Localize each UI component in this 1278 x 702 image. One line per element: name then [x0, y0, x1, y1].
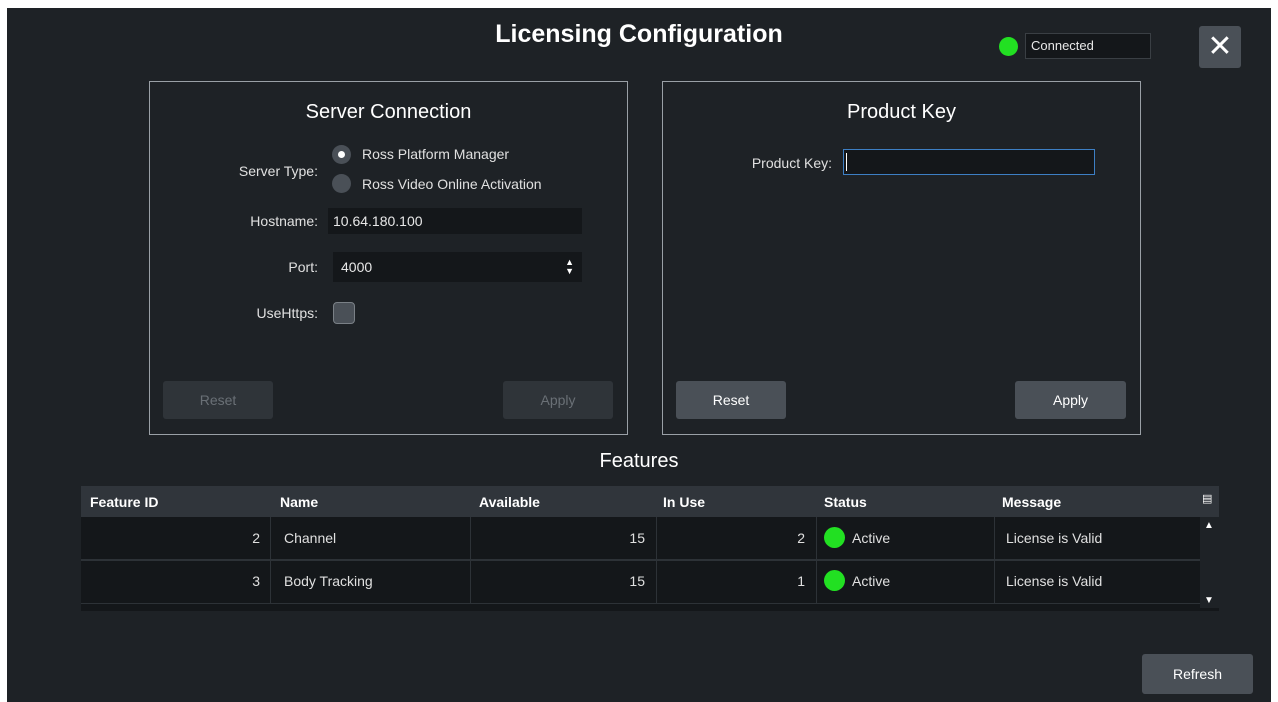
scroll-up-icon[interactable]: ▲: [1204, 520, 1214, 531]
usehttps-checkbox[interactable]: [333, 302, 355, 324]
text-cursor: [846, 153, 847, 171]
table-bottom-border: [81, 603, 1219, 611]
cell-message: License is Valid: [1006, 573, 1103, 589]
close-button[interactable]: ✕: [1199, 26, 1241, 68]
cell-name: Body Tracking: [284, 573, 373, 589]
table-row[interactable]: 3 Body Tracking 15 1 Active License is V…: [81, 561, 1200, 603]
port-value: 4000: [341, 259, 373, 275]
column-header-message[interactable]: Message: [1002, 494, 1061, 510]
cell-status: Active: [852, 573, 891, 589]
column-header-status[interactable]: Status: [824, 494, 867, 510]
server-connection-title: Server Connection: [305, 101, 472, 123]
close-icon: ✕: [1207, 30, 1233, 63]
cell-available: 15: [629, 573, 645, 589]
table-scrollbar[interactable]: ▲ ▼: [1200, 517, 1219, 608]
column-header-in-use[interactable]: In Use: [663, 494, 705, 510]
server-apply-button[interactable]: Apply: [503, 381, 613, 419]
cell-status: Active: [852, 530, 891, 546]
hostname-label: Hostname:: [250, 213, 318, 229]
table-row[interactable]: 2 Channel 15 2 Active License is Valid: [81, 517, 1200, 559]
hostname-input[interactable]: 10.64.180.100: [328, 208, 582, 234]
port-label: Port:: [288, 259, 318, 275]
product-key-apply-button[interactable]: Apply: [1015, 381, 1126, 419]
usehttps-label: UseHttps:: [256, 305, 318, 321]
server-type-label: Server Type:: [238, 163, 318, 179]
cell-feature-id: 3: [252, 573, 260, 589]
features-table-header: Feature ID Name Available In Use Status …: [81, 486, 1219, 517]
column-header-available[interactable]: Available: [479, 494, 540, 510]
radio-label-ross-video-online-activation[interactable]: Ross Video Online Activation: [362, 176, 542, 192]
cell-in-use: 2: [797, 530, 805, 546]
column-header-feature-id[interactable]: Feature ID: [90, 494, 158, 510]
cell-feature-id: 2: [252, 530, 260, 546]
cell-name: Channel: [284, 530, 337, 546]
port-spinbox[interactable]: 4000 ▲ ▼: [333, 252, 582, 282]
product-key-reset-button[interactable]: Reset: [676, 381, 786, 419]
column-header-name[interactable]: Name: [280, 494, 318, 510]
cell-available: 15: [629, 530, 645, 546]
radio-ross-platform-manager[interactable]: [332, 145, 351, 164]
status-active-indicator: [824, 527, 845, 548]
cell-message: License is Valid: [1006, 530, 1103, 546]
features-title: Features: [599, 450, 679, 472]
product-key-title: Product Key: [847, 101, 956, 123]
status-active-indicator: [824, 570, 845, 591]
cell-in-use: 1: [797, 573, 805, 589]
server-reset-button[interactable]: Reset: [163, 381, 273, 419]
radio-label-ross-platform-manager[interactable]: Ross Platform Manager: [362, 146, 509, 162]
connection-status-text: Connected: [1025, 33, 1151, 59]
column-chooser-icon[interactable]: ▤: [1202, 492, 1212, 505]
radio-ross-video-online-activation[interactable]: [332, 174, 351, 193]
product-key-input[interactable]: [843, 149, 1095, 175]
refresh-button[interactable]: Refresh: [1142, 654, 1253, 694]
spinner-arrows-icon[interactable]: ▲ ▼: [565, 252, 574, 276]
scroll-down-icon[interactable]: ▼: [1204, 595, 1214, 606]
product-key-label: Product Key:: [751, 155, 832, 171]
connection-status-indicator: [999, 37, 1018, 56]
